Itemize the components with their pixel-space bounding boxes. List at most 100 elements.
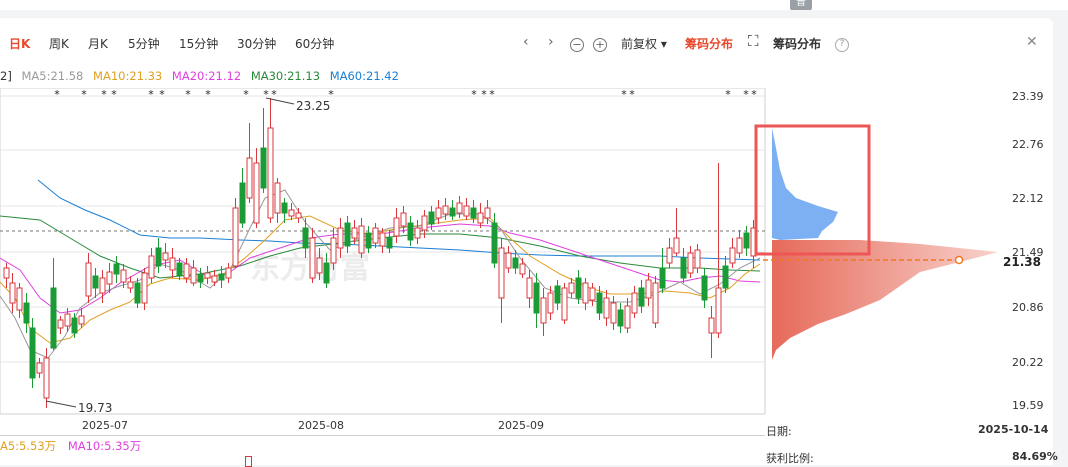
candle-body — [708, 317, 715, 334]
event-marker[interactable]: * — [81, 88, 87, 101]
event-marker[interactable]: * — [629, 88, 635, 101]
candle-body — [78, 315, 85, 325]
ma10-label: MA10:21.33 — [93, 69, 163, 83]
prev-icon[interactable]: ‹ — [523, 34, 529, 50]
tab-15min[interactable]: 15分钟 — [179, 34, 218, 54]
kline-chart[interactable]: 东方财富 23.25 19.73 ******************** — [0, 88, 1053, 438]
event-marker[interactable]: * — [205, 88, 211, 101]
x-tick-label: 2025-07 — [82, 419, 128, 432]
current-price-marker[interactable] — [954, 255, 964, 265]
candle-body — [330, 237, 337, 264]
event-marker[interactable]: * — [243, 88, 249, 101]
candle-body — [127, 281, 134, 289]
current-price-label: 21.38 — [1003, 255, 1041, 269]
candle-body — [631, 292, 638, 314]
candle-body — [162, 252, 169, 261]
tab-60min[interactable]: 60分钟 — [295, 34, 334, 54]
chip-profit-label: 获利比例: — [766, 452, 814, 465]
candle-body — [316, 257, 323, 274]
candle-body — [239, 182, 246, 224]
tab-5min[interactable]: 5分钟 — [128, 34, 160, 54]
event-marker[interactable]: * — [751, 88, 757, 101]
event-marker[interactable]: * — [489, 88, 495, 101]
event-marker[interactable]: * — [159, 88, 165, 101]
event-marker[interactable]: * — [263, 88, 269, 101]
candle-body — [176, 262, 183, 277]
event-marker[interactable]: * — [743, 88, 749, 101]
candle-body — [624, 305, 631, 329]
chip-distribution-toggle[interactable]: 筹码分布 — [685, 34, 733, 54]
candle-body — [85, 262, 92, 297]
candle-body — [463, 205, 470, 217]
event-marker[interactable]: * — [481, 88, 487, 101]
ma20-label: MA20:21.12 — [171, 69, 242, 83]
next-icon[interactable]: › — [548, 34, 554, 50]
candle-body — [288, 209, 295, 217]
close-icon[interactable]: ✕ — [1026, 34, 1038, 50]
chart-toolbar: 日K 周K 月K 5分钟 15分钟 30分钟 60分钟 ‹ › − + 前复权 … — [0, 18, 1053, 52]
candle-body — [435, 207, 442, 219]
zoom-out-icon[interactable]: − — [570, 38, 584, 52]
candle-body — [211, 275, 218, 283]
y-tick-label: 22.12 — [1012, 192, 1044, 205]
candle-body — [36, 362, 43, 374]
candle-body — [141, 272, 148, 304]
candle-body — [589, 287, 596, 301]
candle-body — [561, 287, 568, 321]
event-marker[interactable]: * — [328, 88, 334, 101]
tab-30min[interactable]: 30分钟 — [237, 34, 276, 54]
x-tick-label: 2025-09 — [498, 419, 544, 432]
candle-body — [16, 287, 23, 311]
x-tick-label: 2025-08 — [298, 419, 344, 432]
candle-body — [3, 267, 10, 279]
event-marker[interactable]: * — [725, 88, 731, 101]
low-annotation: 19.73 — [78, 401, 112, 415]
volume-bar — [245, 456, 252, 467]
candle-body — [386, 237, 393, 249]
candle-body — [701, 275, 708, 301]
chip-panel-title: 筹码分布 — [773, 37, 822, 51]
event-marker[interactable]: * — [271, 88, 277, 101]
ma-legend: 2] MA5:21.58 MA10:21.33 MA20:21.12 MA30:… — [0, 68, 405, 84]
ma-legend-prefix: 2] — [0, 69, 12, 83]
candle-body — [113, 263, 120, 275]
candle-body — [281, 202, 288, 214]
candle-body — [666, 247, 673, 264]
low-pointer — [45, 400, 77, 408]
y-tick-label: 20.86 — [1012, 301, 1044, 314]
candle-body — [71, 317, 78, 334]
zoom-in-icon[interactable]: + — [593, 38, 607, 52]
candle-body — [232, 207, 239, 267]
help-icon[interactable]: ? — [835, 38, 849, 52]
chip-date-label: 日期: — [766, 425, 792, 438]
candle-body — [120, 269, 127, 283]
candle-body — [575, 277, 582, 299]
candle-body — [729, 247, 736, 264]
candle-body — [428, 211, 435, 225]
event-marker[interactable]: * — [148, 88, 154, 101]
candle-body — [659, 267, 666, 289]
event-marker[interactable]: * — [101, 88, 107, 101]
event-marker[interactable]: * — [54, 88, 60, 101]
candle-body — [533, 282, 540, 314]
adjust-select[interactable]: 前复权 ▾ — [621, 34, 667, 54]
candle-body — [372, 227, 379, 244]
event-marker[interactable]: * — [185, 88, 191, 101]
tab-monthly-k[interactable]: 月K — [88, 34, 108, 54]
candle-body — [603, 297, 610, 319]
y-tick-label: 23.39 — [1012, 90, 1044, 103]
candle-body — [253, 162, 260, 224]
candle-body — [687, 252, 694, 274]
y-tick-label: 22.76 — [1012, 138, 1044, 151]
candle-body — [148, 255, 155, 279]
tab-weekly-k[interactable]: 周K — [49, 34, 69, 54]
event-marker[interactable]: * — [471, 88, 477, 101]
chip-date-value: 2025-10-14 — [978, 423, 1049, 436]
top-strip: 普 — [0, 0, 1068, 10]
event-marker[interactable]: * — [111, 88, 117, 101]
expand-icon[interactable]: ⛶ — [748, 33, 759, 49]
tab-daily-k[interactable]: 日K — [9, 34, 30, 54]
event-marker[interactable]: * — [621, 88, 627, 101]
candle-body — [526, 277, 533, 299]
event-markers[interactable]: * * * * * * * * * * * * * * * * * * * * — [54, 88, 757, 101]
